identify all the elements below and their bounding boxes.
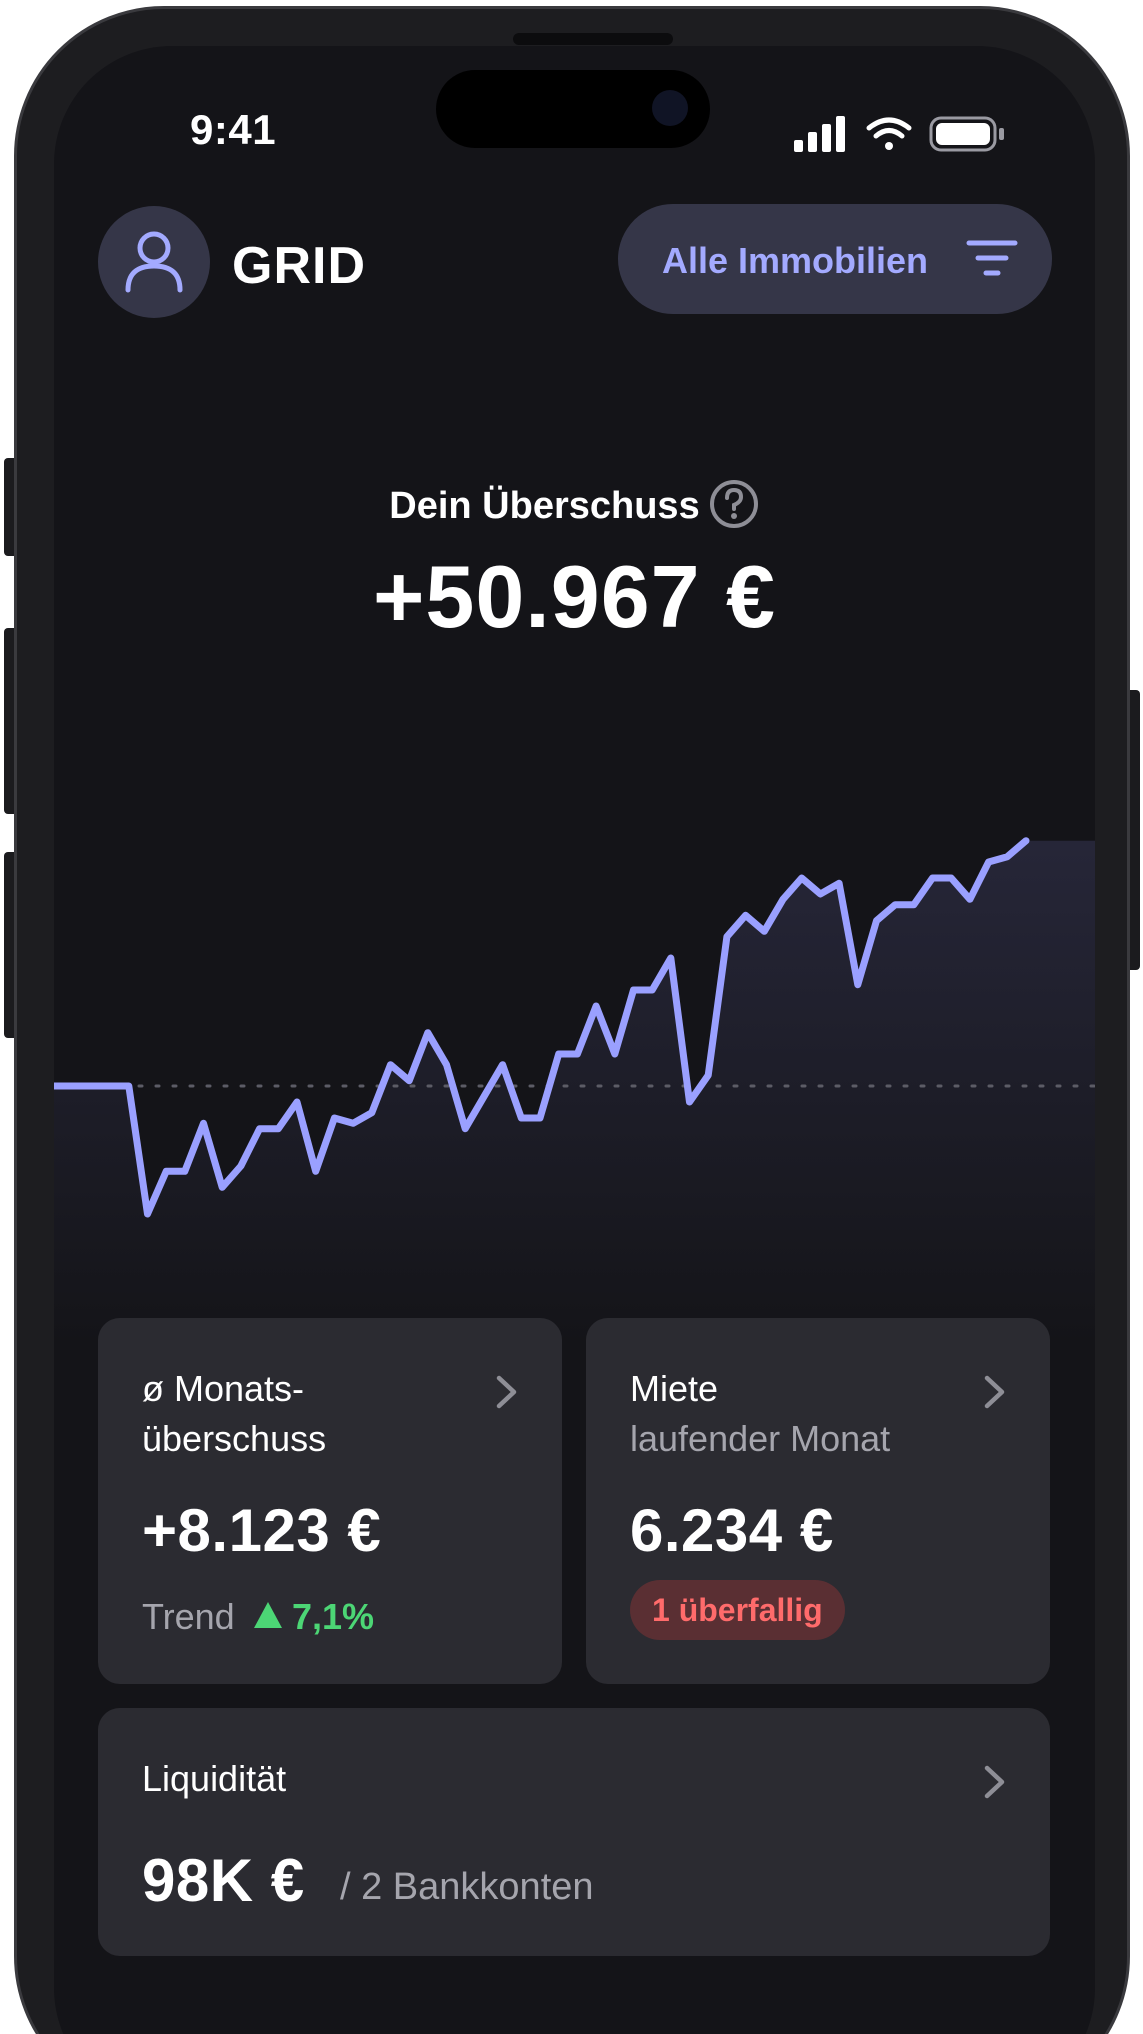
monthly-surplus-value: +8.123 € <box>142 1497 382 1564</box>
trend-value: 7,1% <box>292 1596 375 1637</box>
filter-properties-button[interactable]: Alle Immobilien <box>618 204 1052 314</box>
trend-up-icon <box>254 1602 282 1628</box>
rent-title: Miete <box>630 1368 719 1409</box>
profile-avatar-button[interactable] <box>98 206 210 318</box>
liquidity-card[interactable]: Liquidität 98K € / 2 Bankkonten <box>98 1708 1050 1956</box>
chevron-right-icon <box>984 1375 1005 1409</box>
battery-icon <box>929 116 1004 152</box>
surplus-amount: +50.967 € <box>373 547 776 646</box>
filter-label: Alle Immobilien <box>662 240 929 281</box>
chevron-right-icon <box>496 1375 517 1409</box>
monthly-surplus-title-line2: überschuss <box>142 1418 327 1459</box>
filter-icon <box>966 240 1018 276</box>
wifi-icon <box>866 117 912 150</box>
phone-screen: 9:41 GRID Alle Immobilien Dein Überschus… <box>54 46 1095 2034</box>
help-icon[interactable] <box>708 478 760 530</box>
chevron-right-icon <box>984 1765 1005 1799</box>
summary-title-text: Dein Überschuss <box>389 485 700 527</box>
status-icons <box>794 116 1004 152</box>
dynamic-island <box>436 70 710 148</box>
chart-area <box>54 840 1095 1346</box>
monthly-surplus-title: ø Monats- <box>142 1368 305 1409</box>
status-time: 9:41 <box>190 106 277 153</box>
monthly-surplus-card[interactable]: ø Monats- überschuss +8.123 € Trend 7,1% <box>98 1318 562 1684</box>
cellular-signal-icon <box>794 116 845 152</box>
rent-card[interactable]: Miete laufender Monat 6.234 € 1 überfall… <box>586 1318 1050 1684</box>
rent-subtitle: laufender Monat <box>630 1418 891 1459</box>
trend-label: Trend <box>142 1596 235 1637</box>
bank-accounts-count: / 2 Bankkonten <box>340 1866 594 1908</box>
app-name: GRID <box>232 237 366 295</box>
overdue-badge[interactable]: 1 überfallig <box>630 1580 845 1640</box>
user-icon <box>125 231 183 293</box>
rent-value: 6.234 € <box>630 1497 834 1564</box>
earpiece-speaker <box>513 33 673 45</box>
camera-lens <box>652 90 688 126</box>
liquidity-value: 98K € <box>142 1847 305 1914</box>
liquidity-title: Liquidität <box>142 1758 287 1799</box>
surplus-chart <box>54 837 1095 1346</box>
summary-title: Dein Überschuss <box>54 478 1095 530</box>
